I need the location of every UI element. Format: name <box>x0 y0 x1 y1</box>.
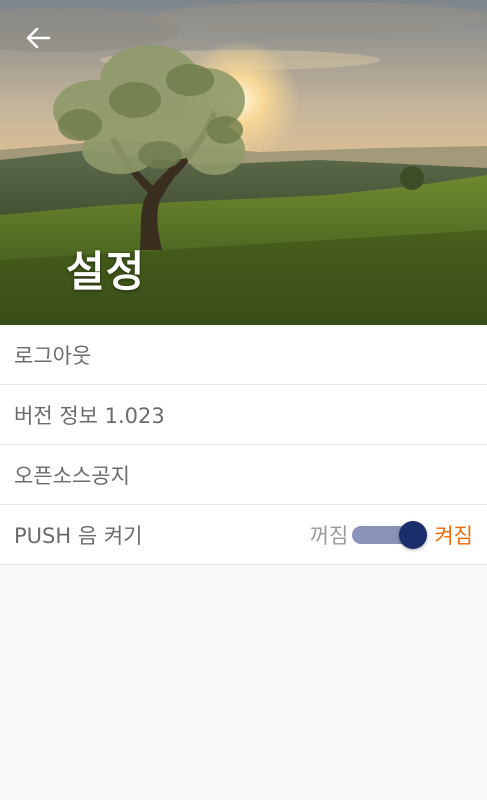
back-button[interactable] <box>18 18 58 58</box>
toggle-off-label[interactable]: 꺼짐 <box>310 520 349 550</box>
logout-label: 로그아웃 <box>14 343 92 368</box>
push-sound-switch[interactable] <box>352 520 430 550</box>
push-sound-label: PUSH 음 켜기 <box>14 523 143 548</box>
header-banner: 설정 <box>0 0 487 325</box>
toggle-on-label[interactable]: 켜짐 <box>434 520 473 550</box>
push-sound-row: PUSH 음 켜기 꺼짐 켜짐 <box>0 505 487 565</box>
version-info-label: 버전 정보 1.023 <box>14 403 165 428</box>
arrow-left-icon <box>26 27 51 49</box>
switch-thumb[interactable] <box>399 521 428 549</box>
empty-area <box>0 565 487 796</box>
logout-row[interactable]: 로그아웃 <box>0 325 487 385</box>
settings-list: 로그아웃 버전 정보 1.023 오픈소스공지 PUSH 음 켜기 꺼짐 켜짐 <box>0 325 487 565</box>
settings-screen: 설정 로그아웃 버전 정보 1.023 오픈소스공지 PUSH 음 켜기 꺼짐 … <box>0 0 487 800</box>
version-info-row[interactable]: 버전 정보 1.023 <box>0 385 487 445</box>
open-source-notice-row[interactable]: 오픈소스공지 <box>0 445 487 505</box>
push-sound-toggle-group: 꺼짐 켜짐 <box>310 505 473 565</box>
open-source-notice-label: 오픈소스공지 <box>14 463 130 488</box>
page-title: 설정 <box>66 247 146 296</box>
